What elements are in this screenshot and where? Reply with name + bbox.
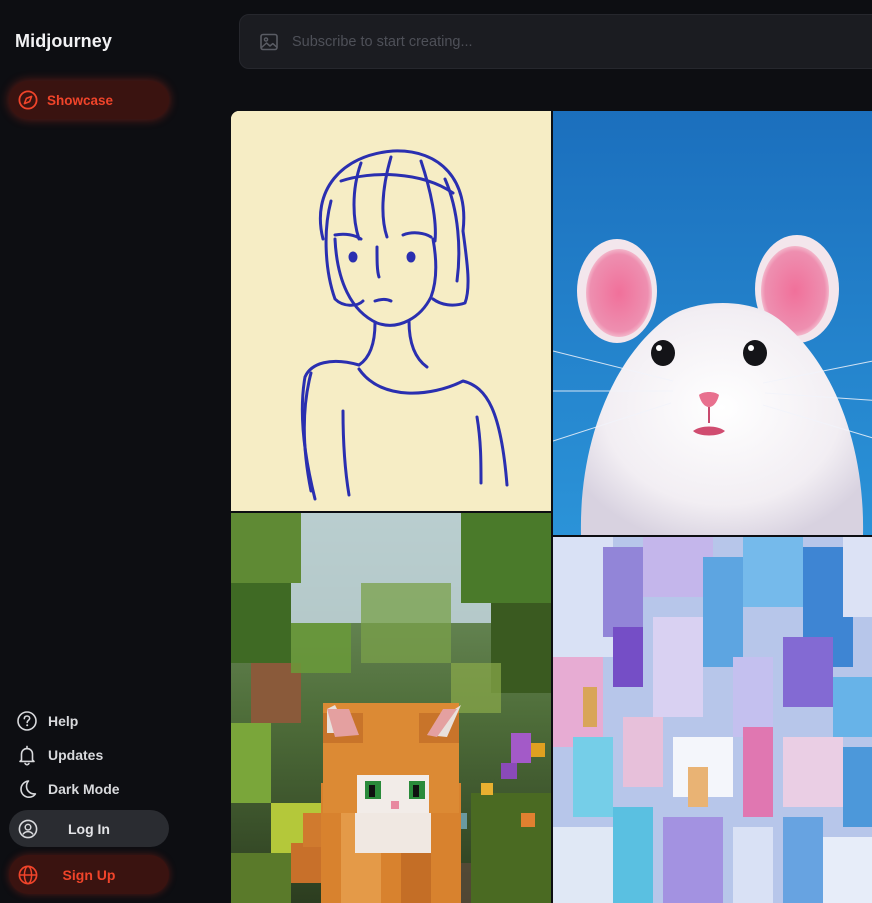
sidebar: Midjourney Showcase Help Updates Dark Mo… bbox=[0, 0, 224, 903]
moon-icon bbox=[15, 777, 39, 801]
brand-logo[interactable]: Midjourney bbox=[15, 31, 112, 52]
help-link[interactable]: Help bbox=[15, 704, 120, 738]
dark-mode-toggle[interactable]: Dark Mode bbox=[15, 772, 120, 806]
image-icon[interactable] bbox=[258, 31, 280, 53]
gallery-image-mouse[interactable] bbox=[553, 111, 872, 535]
compass-icon bbox=[17, 89, 39, 111]
sidebar-item-label: Showcase bbox=[47, 92, 114, 108]
login-button[interactable]: Log In bbox=[9, 810, 169, 847]
prompt-input[interactable] bbox=[292, 33, 852, 50]
help-label: Help bbox=[48, 713, 79, 729]
prompt-bar[interactable] bbox=[239, 14, 872, 69]
user-circle-icon bbox=[17, 818, 39, 840]
sidebar-bottom-links: Help Updates Dark Mode bbox=[15, 704, 120, 806]
gallery-image-sketch[interactable] bbox=[231, 111, 551, 511]
signup-button[interactable]: Sign Up bbox=[9, 855, 169, 894]
sidebar-item-showcase[interactable]: Showcase bbox=[9, 81, 169, 119]
help-circle-icon bbox=[15, 709, 39, 733]
gallery-image-abstract[interactable] bbox=[553, 537, 872, 903]
gallery-image-cat[interactable] bbox=[231, 513, 551, 903]
updates-label: Updates bbox=[48, 747, 104, 763]
globe-icon bbox=[17, 864, 39, 886]
dark-mode-label: Dark Mode bbox=[48, 781, 120, 797]
bell-icon bbox=[15, 743, 39, 767]
updates-link[interactable]: Updates bbox=[15, 738, 120, 772]
